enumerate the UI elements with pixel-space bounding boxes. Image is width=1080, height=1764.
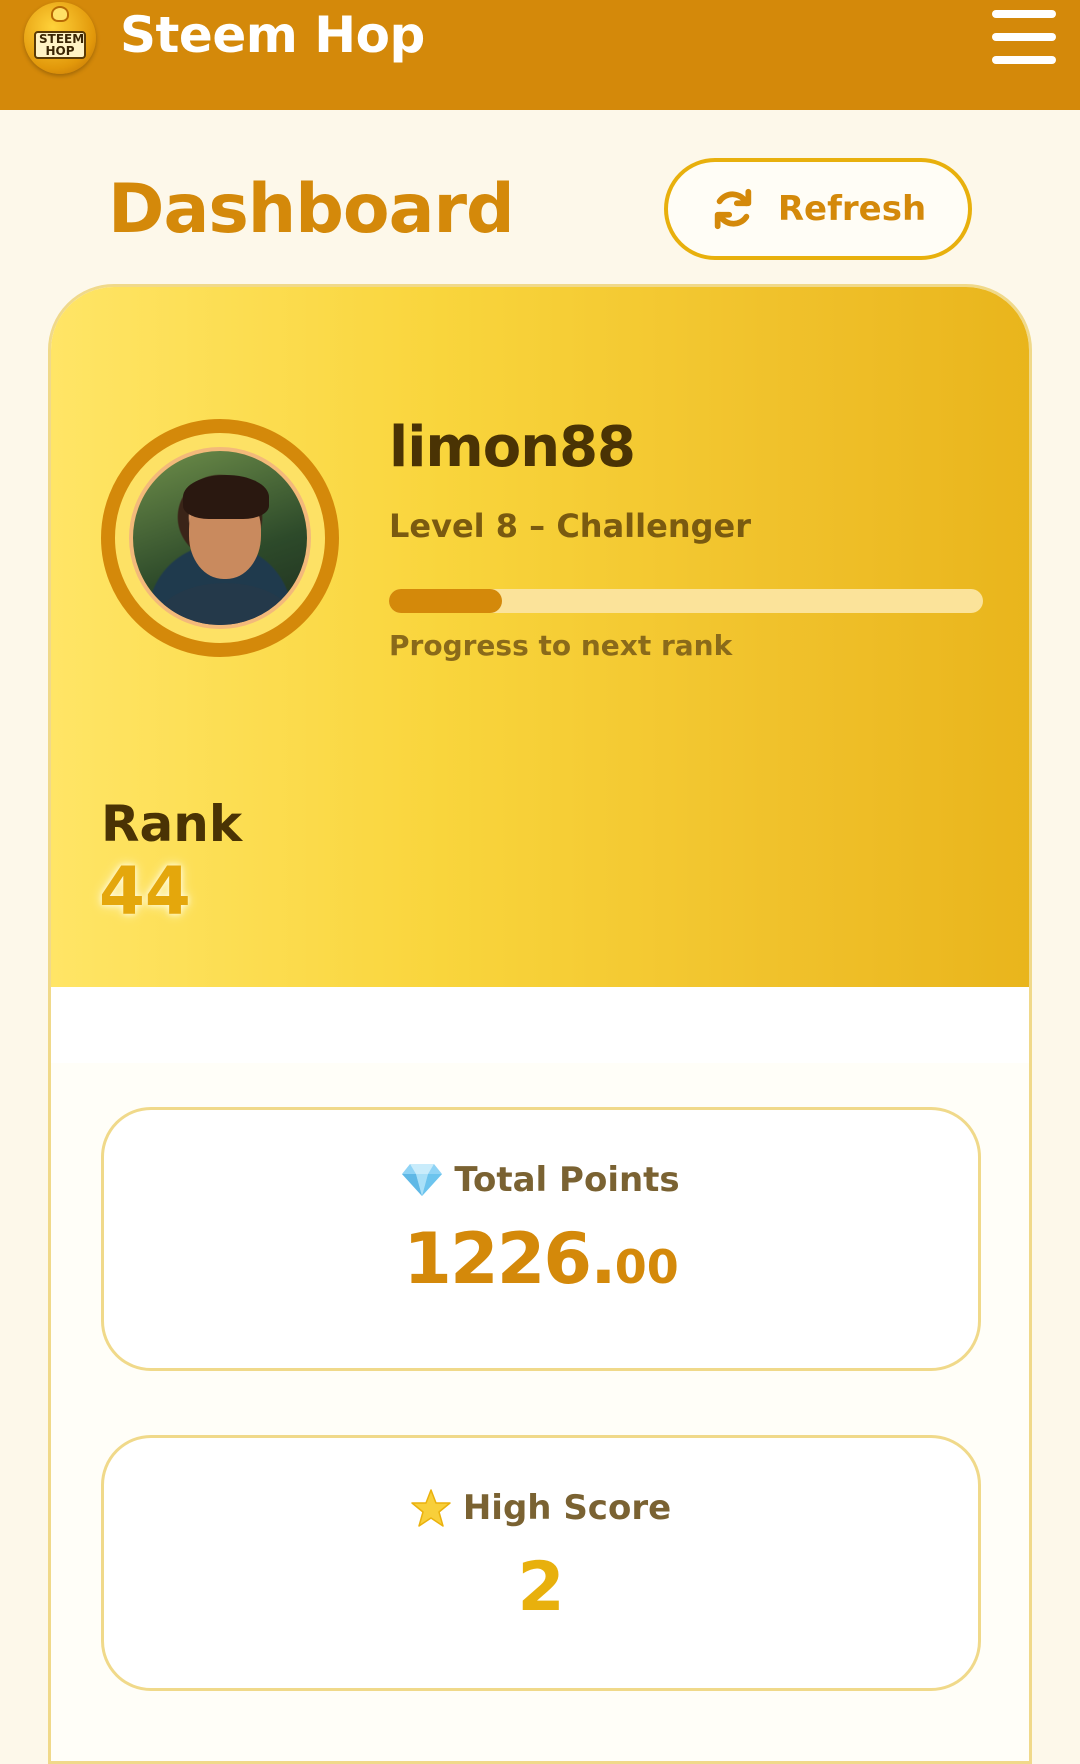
hamburger-menu-icon[interactable] (992, 10, 1056, 64)
rank-progress-fill (389, 589, 502, 613)
level-text: Level 8 – Challenger (389, 507, 751, 545)
high-score-header: High Score (411, 1488, 671, 1528)
high-score-value: 2 (517, 1548, 565, 1627)
total-points-label: Total Points (454, 1160, 680, 1200)
profile-card: limon88 Level 8 – Challenger Progress to… (48, 284, 1032, 1764)
avatar[interactable] (129, 447, 311, 629)
menu-line (992, 33, 1056, 41)
high-score-card: High Score 2 (101, 1435, 981, 1691)
total-points-integer: 1226. (403, 1218, 616, 1300)
card-divider (51, 987, 1029, 1063)
username: limon88 (389, 415, 636, 480)
high-score-label: High Score (462, 1488, 672, 1528)
diamond-icon (402, 1164, 443, 1196)
total-points-decimal: 00 (614, 1240, 679, 1294)
avatar-hair (183, 475, 269, 519)
total-points-card: Total Points 1226.00 (101, 1107, 981, 1371)
progress-caption: Progress to next rank (389, 629, 733, 662)
star-icon (411, 1489, 451, 1527)
profile-hero: limon88 Level 8 – Challenger Progress to… (51, 287, 1029, 987)
app-header: STEEM HOP Steem Hop (0, 0, 1080, 110)
total-points-value: 1226.00 (403, 1224, 678, 1294)
steem-hop-logo[interactable]: STEEM HOP (24, 2, 96, 74)
refresh-label: Refresh (777, 189, 927, 229)
avatar-ring (101, 419, 339, 657)
refresh-icon (714, 188, 752, 230)
total-points-header: Total Points (402, 1160, 680, 1200)
rank-label: Rank (101, 795, 243, 853)
chick-icon (51, 6, 69, 22)
page-title: Dashboard (108, 170, 515, 249)
menu-line (992, 10, 1056, 18)
refresh-button[interactable]: Refresh (664, 158, 972, 260)
menu-line (992, 56, 1056, 64)
avatar-body (155, 583, 295, 625)
rank-value: 44 (99, 853, 191, 930)
rank-progress-bar (389, 589, 983, 613)
app-title[interactable]: Steem Hop (120, 6, 425, 64)
logo-text: STEEM HOP (34, 31, 86, 59)
